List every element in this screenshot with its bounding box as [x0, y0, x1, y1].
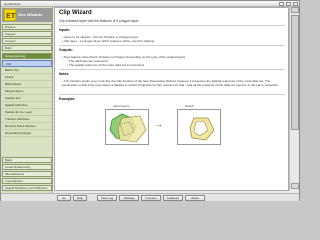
- scroll-thumb[interactable]: [291, 15, 299, 130]
- output-subitem: ◦ The spatial reference of the input dat…: [67, 63, 144, 67]
- go-button[interactable]: Go: [57, 195, 71, 201]
- section-polyline[interactable]: Polyline: [2, 24, 52, 30]
- close-icon[interactable]: [293, 2, 298, 6]
- notes-heading: Notes:: [59, 72, 70, 76]
- tool-batch-erase[interactable]: Batch Erase: [2, 81, 52, 88]
- features-button[interactable]: Features: [163, 195, 183, 201]
- tool-transfer-attributes[interactable]: Transfer Attributes: [2, 116, 52, 123]
- tool-merge-layers[interactable]: Merge Layers: [2, 88, 52, 95]
- brand-name: Geo Wizards: [18, 12, 43, 17]
- tool-batch-clip[interactable]: Batch Clip: [2, 67, 52, 74]
- notes-text: • The function works very much like the …: [62, 79, 279, 87]
- example-input-illustration: [109, 113, 147, 143]
- input-item: • Clip layer - a polygon layer which fea…: [62, 39, 155, 43]
- help-button[interactable]: Help: [73, 195, 87, 201]
- tool-remove-extra-vertices[interactable]: Remove Extra Vertices: [2, 123, 52, 130]
- divider: [59, 45, 285, 46]
- window-title: GeoWizards: [4, 2, 21, 6]
- page-subtitle: Clip a feature layer with the features o…: [59, 19, 139, 23]
- section-convert[interactable]: Convert: [2, 38, 52, 44]
- geowizards-logo-icon: ET: [4, 9, 16, 21]
- tool-clip[interactable]: Clip: [2, 60, 52, 67]
- sidebar: ET Geo Wizards Polyline Polygon Convert …: [1, 7, 53, 193]
- section-import-export[interactable]: Import/Export: [2, 178, 52, 184]
- minimize-icon[interactable]: [279, 2, 284, 6]
- section-linear-referencing[interactable]: Linear Referencing: [2, 164, 52, 170]
- tool-spatial-join[interactable]: Spatial Join: [2, 95, 52, 102]
- divider: [59, 25, 285, 26]
- footer-toolbar: Go Help View Log Settings Connect Featur…: [1, 193, 299, 201]
- scroll-up-icon[interactable]: [291, 7, 299, 13]
- example-input-image: [105, 109, 149, 145]
- example-result-illustration: [189, 117, 215, 141]
- brand-header: ET Geo Wizards: [2, 8, 52, 22]
- example-result-label: Result: [185, 104, 194, 108]
- section-basic[interactable]: Basic: [2, 157, 52, 163]
- page-title: Clip Wizard: [59, 10, 92, 16]
- connect-button[interactable]: Connect: [141, 195, 161, 201]
- maximize-icon[interactable]: [286, 2, 291, 6]
- app-window: GeoWizards ET Geo Wizards Polyline Polyg…: [0, 0, 300, 201]
- divider: [59, 69, 285, 70]
- section-build[interactable]: Build: [2, 45, 52, 51]
- tool-spatial-attributes[interactable]: Spatial Attributes: [2, 102, 52, 109]
- scroll-down-icon[interactable]: [291, 183, 299, 189]
- examples-heading: Examples:: [59, 97, 76, 101]
- tool-spatial-join-to-layer[interactable]: Spatial Join to Layer: [2, 109, 52, 116]
- section-spatial-relations[interactable]: Spatial Relations and Attribution: [2, 185, 52, 191]
- settings-button[interactable]: Settings: [119, 195, 139, 201]
- about-button[interactable]: About: [185, 195, 205, 201]
- tool-check[interactable]: Check: [2, 74, 52, 81]
- view-log-button[interactable]: View Log: [97, 195, 117, 201]
- example-input-label: Input Layers: [113, 104, 130, 108]
- arrow-icon: →: [155, 120, 163, 129]
- example-result-image: [177, 109, 221, 145]
- help-content: Clip Wizard Clip a feature layer with th…: [54, 7, 289, 191]
- vertical-scrollbar[interactable]: [289, 7, 299, 191]
- tool-generalize-polygon[interactable]: Generalize Polygon: [2, 130, 52, 137]
- outputs-heading: Outputs:: [59, 48, 73, 52]
- divider: [59, 94, 285, 95]
- section-miscellaneous[interactable]: Miscellaneous: [2, 171, 52, 177]
- section-geoprocessing[interactable]: Geoprocessing: [2, 53, 52, 59]
- inputs-heading: Inputs:: [59, 28, 70, 32]
- section-polygon[interactable]: Polygon: [2, 31, 52, 37]
